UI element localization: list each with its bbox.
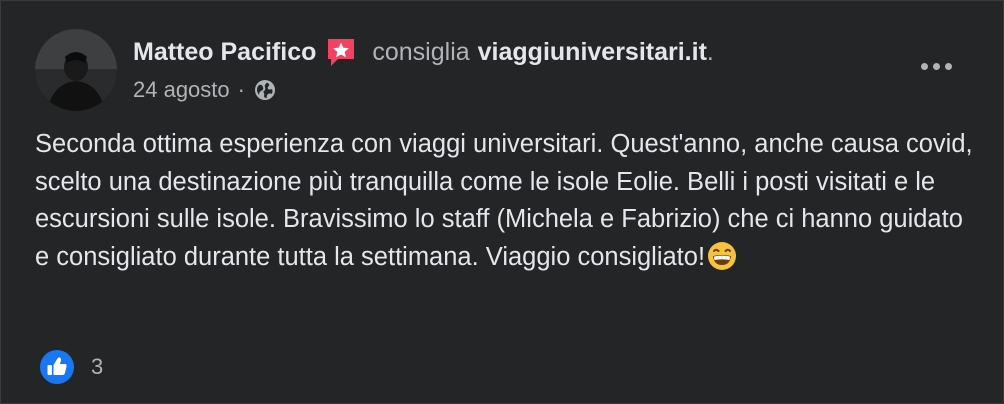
reactions-summary[interactable]: 3 xyxy=(39,349,103,385)
avatar-image xyxy=(35,29,117,111)
reactions-count: 3 xyxy=(91,354,104,379)
more-options-icon xyxy=(920,62,928,70)
post-card: Matteo Pacifico consiglia viaggiuniversi… xyxy=(0,0,1004,404)
post-body: Seconda ottima esperienza con viaggi uni… xyxy=(35,126,975,276)
post-date[interactable]: 24 agosto xyxy=(133,77,230,103)
recommended-page-link[interactable]: viaggiuniversitari.it xyxy=(478,38,707,67)
avatar[interactable] xyxy=(35,29,117,111)
more-options-button[interactable] xyxy=(911,51,961,81)
recommend-verb: consiglia xyxy=(372,37,470,66)
recommend-star-icon xyxy=(324,35,358,69)
post-header: Matteo Pacifico consiglia viaggiuniversi… xyxy=(133,35,714,69)
grinning-face-emoji xyxy=(707,241,737,271)
author-name[interactable]: Matteo Pacifico xyxy=(133,38,316,67)
post-text: Seconda ottima esperienza con viaggi uni… xyxy=(35,130,973,271)
header-period: . xyxy=(706,37,714,66)
meta-separator: · xyxy=(237,77,245,102)
globe-icon[interactable] xyxy=(253,78,277,102)
like-icon xyxy=(39,349,75,385)
post-meta: 24 agosto · xyxy=(133,75,277,105)
